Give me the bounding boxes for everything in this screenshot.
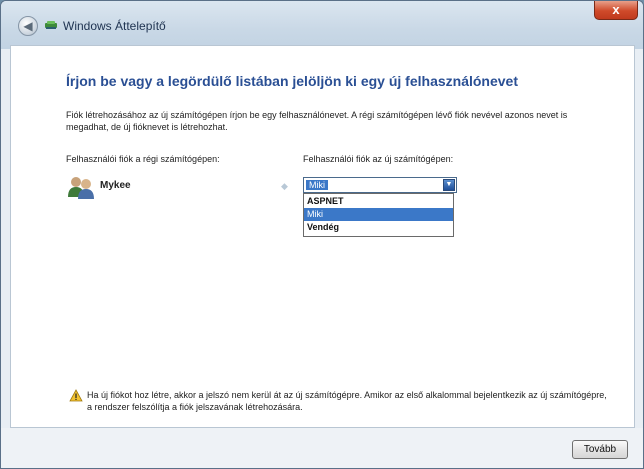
warning-icon bbox=[69, 389, 83, 402]
old-account-label: Felhasználói fiók a régi számítógépen: bbox=[66, 154, 220, 164]
combo-selected-value[interactable]: Miki bbox=[306, 180, 328, 190]
dropdown-option-aspnet[interactable]: ASPNET bbox=[304, 195, 453, 208]
page-description: Fiók létrehozásához az új számítógépen í… bbox=[66, 110, 568, 132]
chevron-down-icon[interactable]: ▼ bbox=[443, 179, 455, 191]
warning-message: Ha új fiókot hoz létre, akkor a jelszó n… bbox=[87, 390, 607, 412]
back-button[interactable]: ◀ bbox=[18, 16, 38, 36]
dropdown-option-vendeg[interactable]: Vendég bbox=[304, 221, 453, 234]
users-icon bbox=[68, 177, 94, 199]
close-button[interactable]: x bbox=[594, 1, 638, 20]
wizard-window: ◀ Windows Áttelepítő x Írjon be vagy a l… bbox=[0, 0, 644, 469]
title-bar: ◀ Windows Áttelepítő x bbox=[1, 1, 643, 49]
user-dropdown-list: ASPNET Miki Vendég bbox=[303, 193, 454, 237]
old-user-name: Mykee bbox=[100, 180, 131, 191]
new-user-combobox[interactable]: Miki ▼ bbox=[303, 177, 457, 193]
arrow-right-icon: ◆ bbox=[281, 181, 288, 191]
next-button[interactable]: Tovább bbox=[572, 440, 628, 459]
migration-app-icon bbox=[45, 21, 57, 29]
dropdown-option-miki[interactable]: Miki bbox=[304, 208, 453, 221]
new-account-label: Felhasználói fiók az új számítógépen: bbox=[303, 154, 454, 164]
window-title: Windows Áttelepítő bbox=[63, 19, 166, 33]
footer-bar bbox=[1, 428, 643, 468]
content-panel: Írjon be vagy a legördülő listában jelöl… bbox=[10, 45, 635, 428]
page-heading: Írjon be vagy a legördülő listában jelöl… bbox=[66, 73, 518, 89]
